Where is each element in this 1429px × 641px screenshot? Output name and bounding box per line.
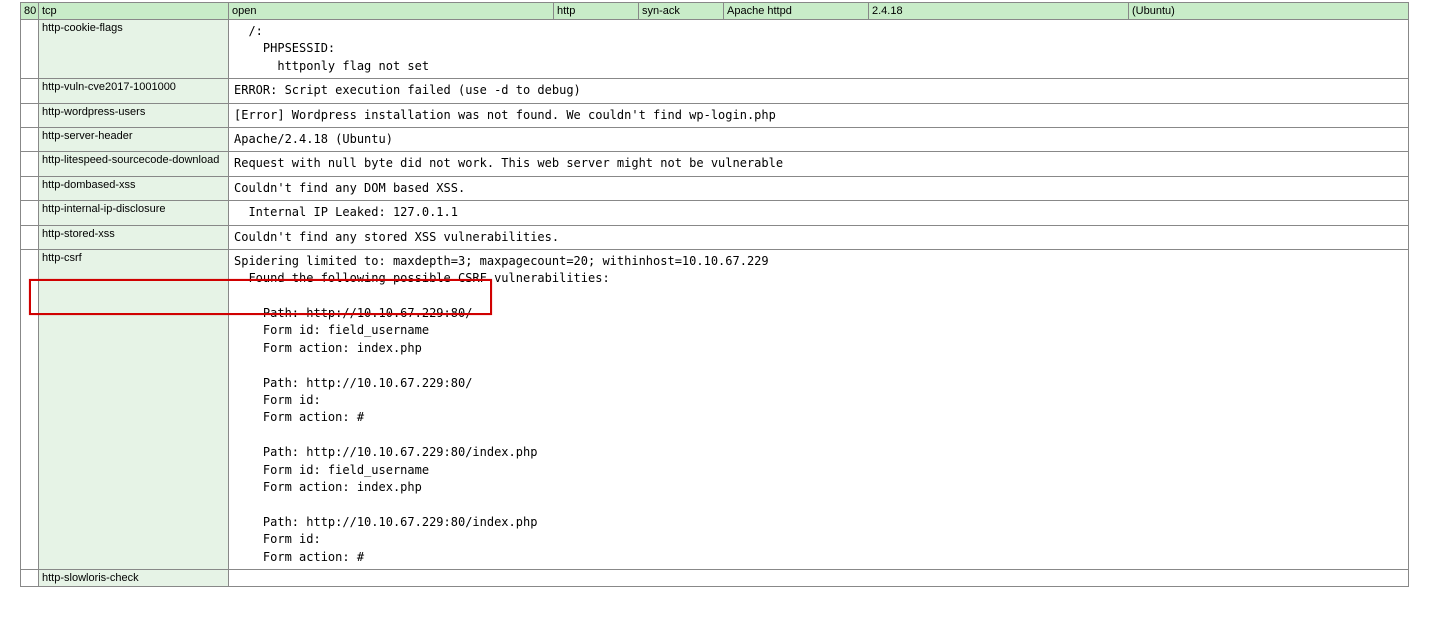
indent-cell [21,152,39,176]
script-id-cell: http-dombased-xss [39,176,229,200]
script-row: http-csrfSpidering limited to: maxdepth=… [21,249,1409,569]
script-output-cell: ERROR: Script execution failed (use -d t… [229,79,1409,103]
header-version: 2.4.18 [869,3,1129,20]
header-product: Apache httpd [724,3,869,20]
header-state: open [229,3,554,20]
script-row: http-cookie-flags /: PHPSESSID: httponly… [21,20,1409,79]
script-row: http-dombased-xssCouldn't find any DOM b… [21,176,1409,200]
script-row: http-internal-ip-disclosure Internal IP … [21,201,1409,225]
script-output-cell: /: PHPSESSID: httponly flag not set [229,20,1409,79]
script-output-cell [229,569,1409,586]
script-row: http-slowloris-check [21,569,1409,586]
indent-cell [21,569,39,586]
script-id-cell: http-wordpress-users [39,103,229,127]
indent-cell [21,127,39,151]
script-output-cell: Request with null byte did not work. Thi… [229,152,1409,176]
indent-cell [21,249,39,569]
port-script-table: 80 tcp open http syn-ack Apache httpd 2.… [20,2,1409,587]
script-output-cell: Couldn't find any stored XSS vulnerabili… [229,225,1409,249]
script-id-cell: http-vuln-cve2017-1001000 [39,79,229,103]
script-output-cell: Couldn't find any DOM based XSS. [229,176,1409,200]
script-id-cell: http-csrf [39,249,229,569]
indent-cell [21,176,39,200]
header-protocol: tcp [39,3,229,20]
header-port: 80 [21,3,39,20]
script-id-cell: http-internal-ip-disclosure [39,201,229,225]
script-id-cell: http-stored-xss [39,225,229,249]
script-output-cell: Apache/2.4.18 (Ubuntu) [229,127,1409,151]
script-id-cell: http-server-header [39,127,229,151]
script-id-cell: http-slowloris-check [39,569,229,586]
header-reason: syn-ack [639,3,724,20]
script-row: http-wordpress-users[Error] Wordpress in… [21,103,1409,127]
script-row: http-vuln-cve2017-1001000ERROR: Script e… [21,79,1409,103]
script-row: http-stored-xssCouldn't find any stored … [21,225,1409,249]
indent-cell [21,103,39,127]
indent-cell [21,225,39,249]
indent-cell [21,79,39,103]
indent-cell [21,201,39,225]
script-id-cell: http-cookie-flags [39,20,229,79]
script-id-cell: http-litespeed-sourcecode-download [39,152,229,176]
header-extrainfo: (Ubuntu) [1129,3,1409,20]
script-output-cell: Internal IP Leaked: 127.0.1.1 [229,201,1409,225]
script-output-cell: [Error] Wordpress installation was not f… [229,103,1409,127]
script-output-cell: Spidering limited to: maxdepth=3; maxpag… [229,249,1409,569]
header-service: http [554,3,639,20]
script-row: http-litespeed-sourcecode-downloadReques… [21,152,1409,176]
script-row: http-server-headerApache/2.4.18 (Ubuntu) [21,127,1409,151]
indent-cell [21,20,39,79]
port-header-row: 80 tcp open http syn-ack Apache httpd 2.… [21,3,1409,20]
